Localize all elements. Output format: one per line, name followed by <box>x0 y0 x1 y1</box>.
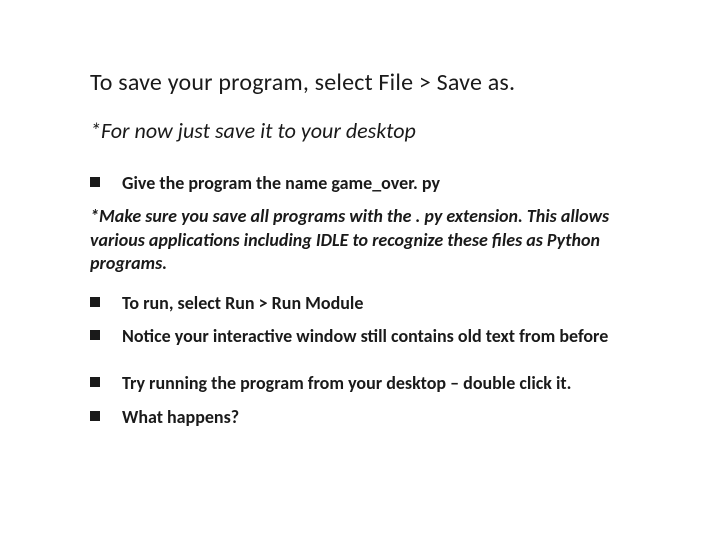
square-bullet-icon <box>90 297 100 307</box>
bullet-text: To run, select Run > Run Module <box>122 292 630 315</box>
list-item: Try running the program from your deskto… <box>90 372 630 395</box>
bullet-text: Notice your interactive window still con… <box>122 325 630 348</box>
bullet-text: What happens? <box>122 406 630 429</box>
list-item: Give the program the name game_over. py <box>90 172 630 195</box>
square-bullet-icon <box>90 177 100 187</box>
list-item: Notice your interactive window still con… <box>90 325 630 348</box>
list-item: To run, select Run > Run Module <box>90 292 630 315</box>
slide-subtitle: *For now just save it to your desktop <box>90 117 630 144</box>
square-bullet-icon <box>90 411 100 421</box>
square-bullet-icon <box>90 330 100 340</box>
square-bullet-icon <box>90 377 100 387</box>
bullet-text: Give the program the name game_over. py <box>122 172 630 195</box>
list-item: What happens? <box>90 406 630 429</box>
note-text: *Make sure you save all programs with th… <box>90 205 630 275</box>
bullet-text: Try running the program from your deskto… <box>122 372 630 395</box>
slide-title: To save your program, select File > Save… <box>90 68 630 97</box>
